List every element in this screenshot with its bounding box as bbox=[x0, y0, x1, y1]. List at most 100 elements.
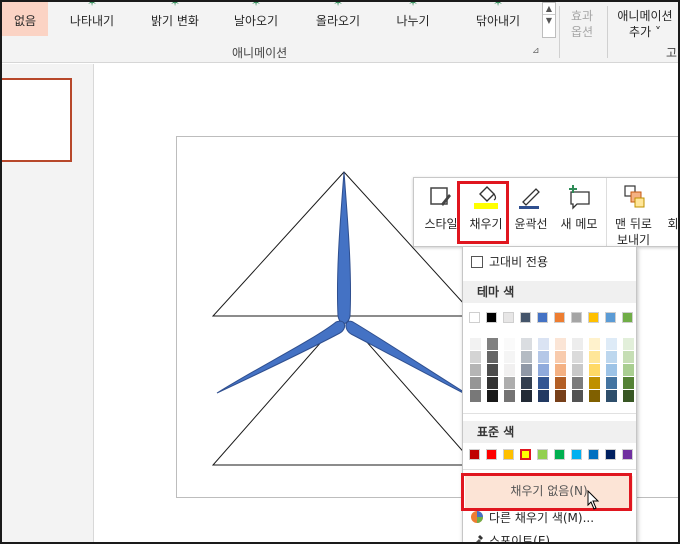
theme-shade-swatch[interactable] bbox=[555, 377, 566, 389]
anim-wipe[interactable]: ✶ 닦아내기 bbox=[466, 2, 530, 36]
theme-color-swatch[interactable] bbox=[486, 312, 497, 323]
theme-shade-swatch[interactable] bbox=[538, 377, 549, 389]
anim-appear[interactable]: ✶ 나타내기 bbox=[60, 2, 124, 36]
theme-shade-swatch[interactable] bbox=[606, 338, 617, 350]
anim-fly-in[interactable]: ✶ 날아오기 bbox=[224, 2, 288, 36]
eyedropper-label: 스포이트(E) bbox=[489, 534, 551, 544]
standard-color-swatch[interactable] bbox=[503, 449, 514, 460]
anim-split[interactable]: ✶ 나누기 bbox=[388, 2, 438, 36]
theme-shade-swatch[interactable] bbox=[606, 390, 617, 402]
triangle-lower[interactable] bbox=[211, 315, 477, 466]
theme-shade-swatch[interactable] bbox=[487, 377, 498, 389]
theme-shade-swatch[interactable] bbox=[521, 351, 532, 363]
theme-color-swatch[interactable] bbox=[554, 312, 565, 323]
send-to-back-button[interactable]: 맨 뒤로 보내기 bbox=[606, 178, 660, 247]
theme-shade-swatch[interactable] bbox=[623, 377, 634, 389]
theme-shade-swatch[interactable] bbox=[606, 377, 617, 389]
theme-shade-swatch[interactable] bbox=[487, 351, 498, 363]
chevron-up-icon[interactable]: ▲ bbox=[543, 3, 555, 14]
theme-shade-swatch[interactable] bbox=[589, 390, 600, 402]
high-contrast-option[interactable]: 고대비 전용 bbox=[471, 253, 548, 270]
standard-color-swatch[interactable] bbox=[554, 449, 565, 460]
theme-shade-swatch[interactable] bbox=[589, 351, 600, 363]
theme-shade-swatch[interactable] bbox=[504, 377, 515, 389]
theme-shade-swatch[interactable] bbox=[521, 364, 532, 376]
new-comment-button[interactable]: 새 메모 bbox=[556, 178, 602, 246]
rotate-button[interactable]: 회 bbox=[662, 178, 678, 246]
theme-shade-swatch[interactable] bbox=[623, 338, 634, 350]
theme-shade-swatch[interactable] bbox=[521, 377, 532, 389]
turbine-blade-left[interactable] bbox=[216, 320, 346, 394]
add-animation-button[interactable]: 애니메이션 추가 ˅ bbox=[613, 8, 677, 40]
effect-options-label-1: 효과 bbox=[570, 9, 594, 23]
theme-shade-swatch[interactable] bbox=[538, 364, 549, 376]
theme-color-swatch[interactable] bbox=[588, 312, 599, 323]
eyedropper-option[interactable]: 스포이트(E) bbox=[469, 532, 551, 544]
theme-shade-swatch[interactable] bbox=[572, 390, 583, 402]
theme-shade-swatch[interactable] bbox=[555, 338, 566, 350]
theme-shade-swatch[interactable] bbox=[470, 351, 481, 363]
theme-shade-swatch[interactable] bbox=[470, 390, 481, 402]
theme-shade-swatch[interactable] bbox=[572, 338, 583, 350]
high-contrast-checkbox[interactable] bbox=[471, 256, 483, 268]
theme-shade-swatch[interactable] bbox=[555, 351, 566, 363]
theme-shade-swatch[interactable] bbox=[589, 377, 600, 389]
standard-color-swatch[interactable] bbox=[571, 449, 582, 460]
theme-shade-swatch[interactable] bbox=[623, 364, 634, 376]
theme-shade-swatch[interactable] bbox=[572, 377, 583, 389]
turbine-blade-right[interactable] bbox=[345, 320, 476, 400]
gallery-scroll[interactable]: ▲ ▼ bbox=[542, 2, 556, 38]
theme-shade-swatch[interactable] bbox=[521, 390, 532, 402]
standard-color-swatch[interactable] bbox=[469, 449, 480, 460]
theme-shade-swatch[interactable] bbox=[504, 351, 515, 363]
theme-shade-swatch[interactable] bbox=[487, 390, 498, 402]
theme-shade-swatch[interactable] bbox=[555, 364, 566, 376]
standard-color-swatch[interactable] bbox=[605, 449, 616, 460]
standard-color-swatch[interactable] bbox=[520, 449, 531, 460]
theme-shade-swatch[interactable] bbox=[504, 364, 515, 376]
turbine-blade-top[interactable] bbox=[336, 171, 352, 324]
outline-button[interactable]: 윤곽선 bbox=[508, 178, 554, 246]
anim-fade[interactable]: ✶ 밝기 변화 bbox=[140, 2, 210, 36]
theme-shade-swatch[interactable] bbox=[623, 390, 634, 402]
theme-shade-swatch[interactable] bbox=[538, 351, 549, 363]
theme-shade-swatch[interactable] bbox=[538, 338, 549, 350]
theme-shade-swatch[interactable] bbox=[504, 338, 515, 350]
theme-shade-swatch[interactable] bbox=[572, 351, 583, 363]
theme-color-swatch[interactable] bbox=[622, 312, 633, 323]
gallery-more-icon[interactable]: ▼ bbox=[543, 14, 555, 26]
standard-color-swatch[interactable] bbox=[622, 449, 633, 460]
effect-options-button[interactable]: 효과 옵션 bbox=[562, 8, 602, 40]
theme-shade-swatch[interactable] bbox=[487, 364, 498, 376]
theme-shade-swatch[interactable] bbox=[538, 390, 549, 402]
outline-pen-icon bbox=[519, 188, 540, 209]
theme-color-swatch[interactable] bbox=[503, 312, 514, 323]
standard-color-swatch[interactable] bbox=[588, 449, 599, 460]
theme-shade-swatch[interactable] bbox=[606, 364, 617, 376]
theme-shade-swatch[interactable] bbox=[606, 351, 617, 363]
theme-shade-swatch[interactable] bbox=[589, 364, 600, 376]
theme-color-swatch[interactable] bbox=[469, 312, 480, 323]
theme-shade-swatch[interactable] bbox=[470, 377, 481, 389]
standard-color-swatch[interactable] bbox=[537, 449, 548, 460]
anim-float-in[interactable]: ✶ 올라오기 bbox=[306, 2, 370, 36]
theme-shade-swatch[interactable] bbox=[623, 351, 634, 363]
theme-color-swatch[interactable] bbox=[537, 312, 548, 323]
dialog-launcher-icon[interactable]: ⊿ bbox=[532, 46, 540, 56]
theme-shade-swatch[interactable] bbox=[470, 364, 481, 376]
anim-none[interactable]: 없음 bbox=[2, 2, 48, 36]
theme-shade-swatch[interactable] bbox=[487, 338, 498, 350]
theme-shade-swatch[interactable] bbox=[521, 338, 532, 350]
add-animation-label-2: 추가 ˅ bbox=[629, 25, 661, 39]
theme-shade-swatch[interactable] bbox=[470, 338, 481, 350]
standard-color-swatch[interactable] bbox=[486, 449, 497, 460]
theme-color-swatch[interactable] bbox=[571, 312, 582, 323]
theme-shade-swatch[interactable] bbox=[555, 390, 566, 402]
more-fill-colors-option[interactable]: 다른 채우기 색(M)... bbox=[469, 509, 594, 526]
slide-thumbnail[interactable] bbox=[2, 78, 72, 162]
theme-color-swatch[interactable] bbox=[605, 312, 616, 323]
theme-shade-swatch[interactable] bbox=[504, 390, 515, 402]
theme-color-swatch[interactable] bbox=[520, 312, 531, 323]
theme-shade-swatch[interactable] bbox=[589, 338, 600, 350]
theme-shade-swatch[interactable] bbox=[572, 364, 583, 376]
